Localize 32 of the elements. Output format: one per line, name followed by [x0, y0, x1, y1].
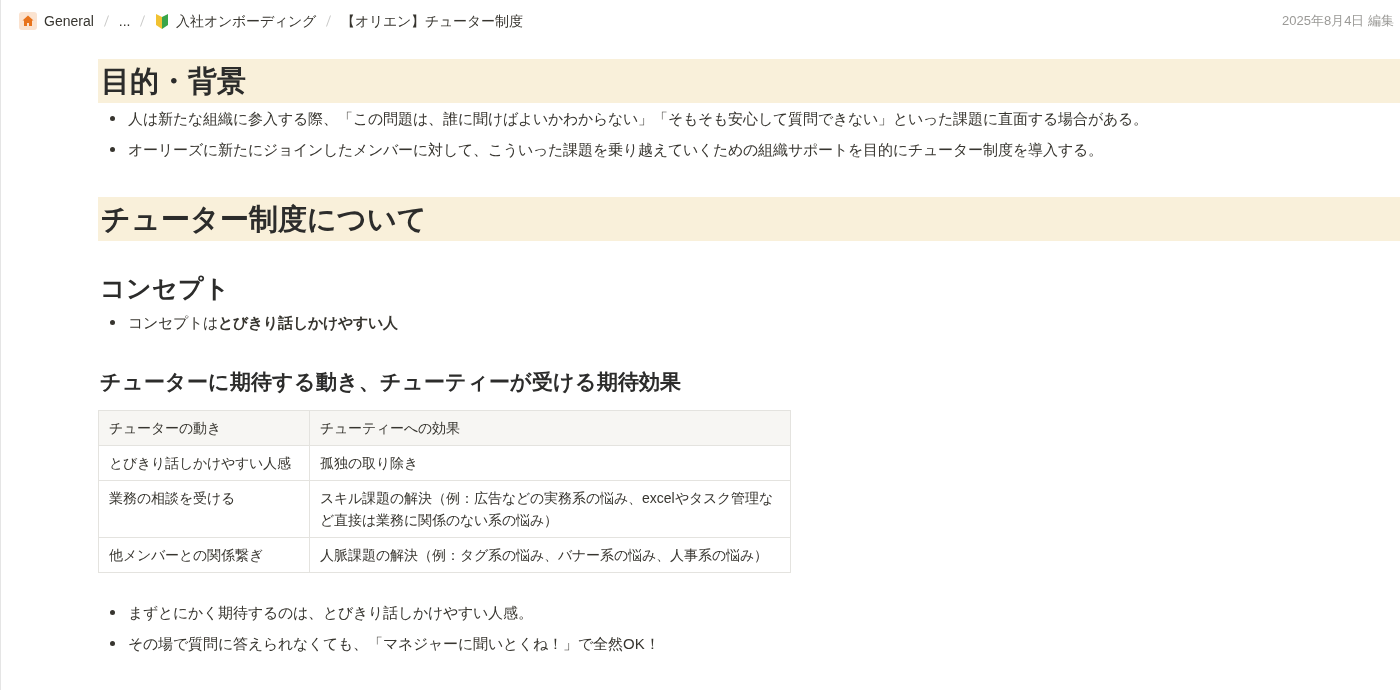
breadcrumb-link[interactable]: 【オリエン】チューター制度: [339, 10, 526, 32]
separator-icon: [103, 15, 109, 27]
edited-date: 2025年8月4日 編集: [1282, 12, 1394, 31]
table-header-cell: チューティーへの効果: [309, 410, 791, 446]
subsection-heading: コンセプト: [99, 273, 231, 304]
separator-icon: [326, 15, 332, 27]
bullet-text: オーリーズに新たにジョインしたメンバーに対して、こういった課題を乗り越えていくための組織サポートを目的にチューター制度を導入する。: [128, 140, 1103, 160]
section-heading: チューター制度について: [98, 197, 1400, 241]
table-cell: 人脈課題の解決（例：タグ系の悩み、バナー系の悩み、人事系の悩み）: [309, 537, 791, 573]
bullet-text: 人は新たな組織に参入する際、「この問題は、誰に聞けばよいかわからない」「そもそも安心して質問できない」といった課題に直面する場合がある。: [128, 109, 1148, 129]
leaf-icon: [155, 12, 170, 30]
section-heading: 目的・背景: [98, 59, 1400, 103]
table-cell: 業務の相談を受ける: [98, 480, 310, 538]
subheading: チューターに期待する動き、チューティーが受ける期待効果: [99, 369, 682, 395]
bullet-icon: [110, 147, 115, 152]
breadcrumb-link[interactable]: 入社オンボーディング: [153, 10, 319, 32]
table-cell: 他メンバーとの関係繋ぎ: [98, 537, 310, 573]
table-cell: とびきり話しかけやすい人感: [98, 445, 310, 481]
breadcrumb-link[interactable]: General: [17, 10, 96, 32]
table-cell: スキル課題の解決（例：広告などの実務系の悩み、excelやタスク管理など直接は業務に関係のない系の悩み）: [309, 480, 791, 538]
bullet-icon: [110, 116, 115, 121]
bullet-icon: [110, 610, 115, 615]
bullet-text: まずとにかく期待するのは、とびきり話しかけやすい人感。: [128, 603, 533, 623]
table-header-cell: チューターの動き: [98, 410, 310, 446]
bullet-text: コンセプトはとびきり話しかけやすい人: [128, 313, 398, 333]
home-icon: [19, 12, 37, 30]
separator-icon: [140, 15, 146, 27]
breadcrumb-link[interactable]: ...: [116, 10, 133, 32]
bullet-icon: [110, 641, 115, 646]
bullet-icon: [110, 320, 115, 325]
bullet-text: その場で質問に答えられなくても、「マネジャーに聞いとくね！」で全然OK！: [128, 634, 660, 654]
table-cell: 孤独の取り除き: [309, 445, 791, 481]
